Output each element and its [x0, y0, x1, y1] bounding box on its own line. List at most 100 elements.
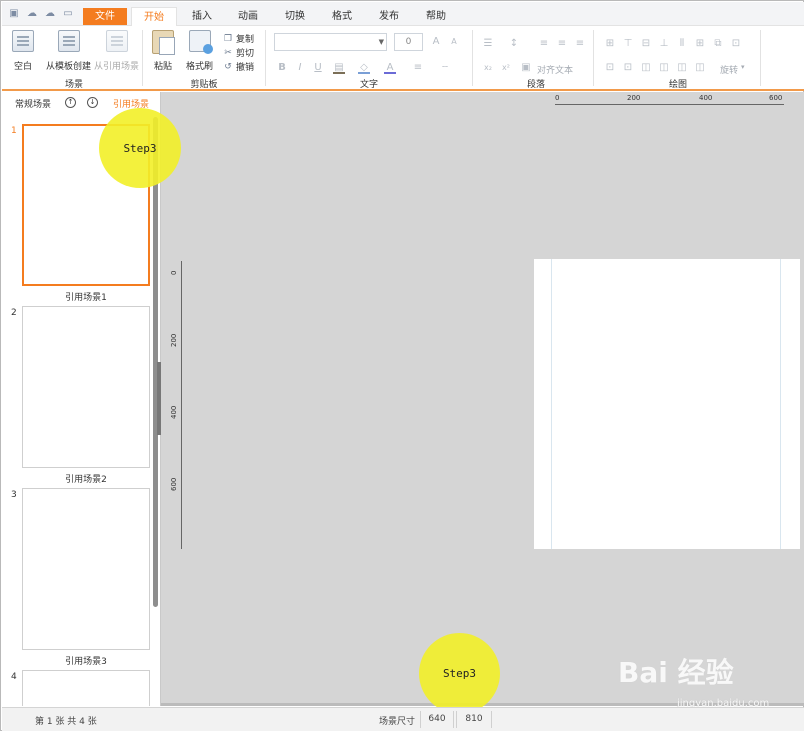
align-left-icon[interactable]: ≡ — [538, 38, 550, 50]
tab-publish[interactable]: 发布 — [369, 7, 409, 26]
underline-button[interactable]: U — [312, 62, 324, 74]
save-icon[interactable]: ▣ — [8, 7, 20, 19]
ruler-tick-label: 200 — [627, 94, 641, 102]
paste-button[interactable]: 粘贴 — [152, 30, 175, 72]
ruler-tick-label: 400 — [699, 94, 713, 102]
template-icon — [57, 30, 80, 52]
tab-insert[interactable]: 插入 — [182, 7, 222, 26]
chevron-down-icon[interactable]: ▾ — [741, 63, 745, 71]
stage-canvas[interactable]: 0 200 400 600 0 200 400 600 — [157, 92, 804, 706]
chevron-down-icon: ▼ — [378, 38, 384, 46]
rotate-button[interactable]: 旋转 — [720, 63, 738, 76]
line-style-icon[interactable]: ≡ — [412, 62, 424, 74]
tab-transition[interactable]: 切换 — [275, 7, 315, 26]
ruler-tick-label: 400 — [170, 405, 178, 419]
fill-color-icon[interactable]: ▤ — [333, 62, 345, 74]
cloud-icon[interactable]: ☁ — [26, 7, 38, 19]
undo-button[interactable]: ↺ 撤销 — [223, 60, 254, 74]
line-spacing-icon[interactable]: ↕ — [508, 38, 520, 50]
bold-button[interactable]: B — [276, 62, 288, 74]
ribbon-tab-bar: ▣ ☁ ☁ ▭ 文件 开始 插入 动画 切换 格式 发布 帮助 — [2, 2, 804, 26]
line-dash-icon[interactable]: ┄ — [439, 62, 451, 74]
italic-button[interactable]: I — [294, 62, 306, 74]
slide-number: 3 — [11, 490, 17, 500]
font-color-icon[interactable]: A — [384, 62, 396, 74]
align-objects-icon[interactable]: ⊞ — [604, 38, 616, 50]
increase-font-icon[interactable]: A — [430, 36, 442, 48]
cut-label: 剪切 — [236, 49, 255, 59]
tab-file[interactable]: 文件 — [83, 8, 127, 25]
align-bottom-icon[interactable]: ⊥ — [658, 38, 670, 50]
scene-height-field[interactable]: 810 — [456, 711, 492, 728]
tab-normal-scenes[interactable]: 常规场景 — [15, 97, 51, 110]
divider — [142, 30, 143, 86]
send-backward-icon[interactable]: ◫ — [658, 62, 670, 74]
move-down-button[interactable]: ↓ — [87, 97, 98, 108]
divider — [760, 30, 761, 86]
scene-stage[interactable] — [534, 259, 800, 549]
ungroup-icon[interactable]: ⊡ — [622, 62, 634, 74]
scene-width-field[interactable]: 640 — [420, 711, 454, 728]
format-painter-button[interactable]: 格式刷 — [186, 30, 213, 72]
blank-scene-icon — [12, 30, 34, 52]
tab-home[interactable]: 开始 — [131, 7, 177, 26]
select-icon[interactable]: ⊡ — [604, 62, 616, 74]
align-right-icon[interactable]: ≡ — [574, 38, 586, 50]
superscript-icon[interactable]: x² — [500, 62, 512, 74]
format-painter-label: 格式刷 — [186, 62, 214, 72]
guide-line — [780, 259, 781, 549]
align-middle-icon[interactable]: ⊟ — [640, 38, 652, 50]
slide-thumbnail[interactable] — [22, 670, 150, 706]
subscript-icon[interactable]: x₂ — [482, 62, 494, 74]
ref-scene-icon — [105, 30, 128, 52]
font-size-input[interactable]: 0 — [394, 33, 423, 51]
bullet-list-icon[interactable]: ☰ — [482, 38, 494, 50]
blank-scene-button[interactable]: 空白 — [12, 30, 34, 72]
tab-animation[interactable]: 动画 — [228, 7, 268, 26]
guide-line — [551, 259, 552, 549]
bring-front-icon[interactable]: ◫ — [676, 62, 688, 74]
slide-number: 2 — [11, 308, 17, 318]
slide-name: 引用场景1 — [65, 293, 107, 303]
send-back-icon[interactable]: ◫ — [694, 62, 706, 74]
ruler-tick-label: 0 — [555, 94, 560, 102]
slide-thumbnail[interactable] — [22, 306, 150, 468]
align-center-icon[interactable]: ≡ — [556, 38, 568, 50]
move-up-button[interactable]: ↑ — [65, 97, 76, 108]
paragraph-group-label: 段落 — [526, 80, 545, 90]
cut-button[interactable]: ✂ 剪切 — [223, 46, 255, 60]
distribute-v-icon[interactable]: ⊞ — [694, 38, 706, 50]
ruler-tick-label: 0 — [170, 270, 178, 275]
highlight-color-icon[interactable]: ◇ — [358, 62, 370, 74]
ruler-tick-label: 600 — [769, 94, 783, 102]
copy-button[interactable]: ❐ 复制 — [223, 32, 254, 46]
tab-help[interactable]: 帮助 — [416, 7, 456, 26]
divider — [265, 30, 266, 86]
dropdown-menu-icon[interactable]: ▭ — [62, 7, 74, 19]
panel-splitter-handle[interactable] — [157, 362, 161, 435]
align-text-icon[interactable]: ▣ — [520, 62, 532, 74]
distribute-h-icon[interactable]: ⫴ — [676, 38, 688, 50]
bring-forward-icon[interactable]: ◫ — [640, 62, 652, 74]
lock-icon[interactable]: ⊡ — [730, 38, 742, 50]
from-template-label: 从模板创建 — [46, 62, 92, 72]
slide-number: 4 — [11, 672, 17, 682]
slide-number: 1 — [11, 126, 17, 136]
scene-group-label: 场景 — [64, 80, 83, 90]
decrease-font-icon[interactable]: A — [448, 36, 460, 48]
clipboard-group-label: 剪贴板 — [190, 80, 218, 90]
tab-format[interactable]: 格式 — [322, 7, 362, 26]
text-group-label: 文字 — [359, 80, 378, 90]
slide-thumbnail[interactable] — [22, 488, 150, 650]
from-template-button[interactable]: 从模板创建 — [46, 30, 91, 72]
horizontal-ruler: 0 200 400 600 — [555, 94, 784, 105]
align-text-label[interactable]: 对齐文本 — [537, 63, 573, 76]
align-top-icon[interactable]: ⊤ — [622, 38, 634, 50]
page-info: 第 1 张 共 4 张 — [35, 717, 97, 727]
cloud-sync-icon[interactable]: ☁ — [44, 7, 56, 19]
group-objects-icon[interactable]: ⧉ — [712, 38, 724, 50]
from-ref-scene-button[interactable]: 从引用场景 — [94, 30, 139, 72]
paste-icon — [152, 30, 175, 55]
paste-label: 粘贴 — [153, 62, 172, 72]
font-family-select[interactable]: ▼ — [274, 33, 387, 51]
